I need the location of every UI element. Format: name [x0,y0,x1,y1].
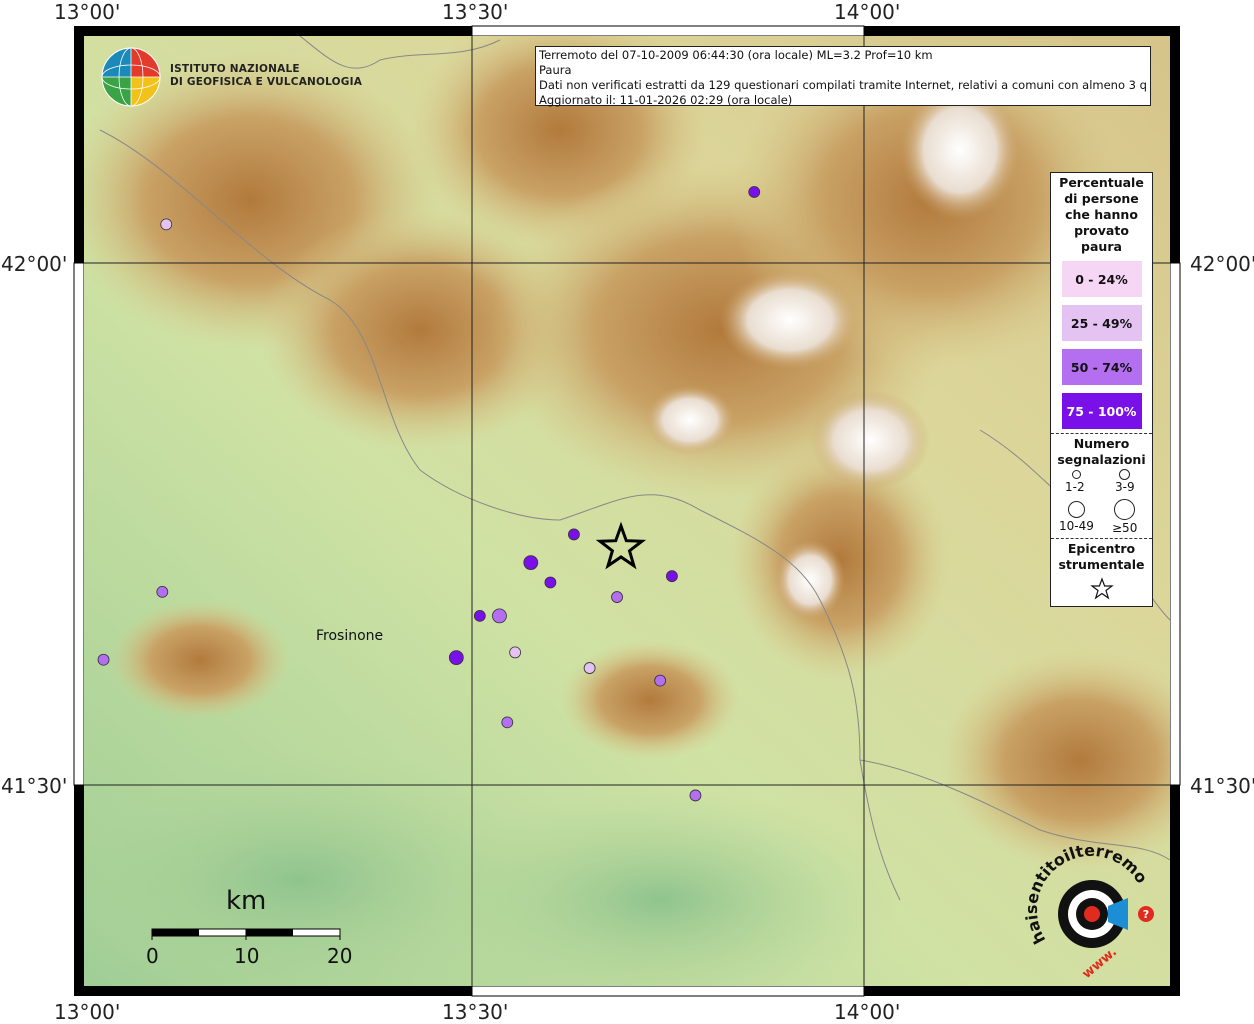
observation-marker[interactable] [448,650,464,666]
lat-label-right: 41°30' [1190,774,1254,798]
map-parameter: Paura [539,63,572,77]
observation-marker[interactable] [654,674,667,687]
observation-marker[interactable] [501,716,514,729]
star-icon [1089,577,1114,600]
ingv-logo [101,47,161,107]
legend-class-1: 25 - 49% [1061,305,1142,341]
observation-marker[interactable] [748,186,761,198]
place-label-frosinone: Frosinone [316,628,384,644]
observation-marker[interactable] [156,585,169,598]
observation-marker[interactable] [523,555,539,571]
size-legend-title: Numero segnalazioni [1057,436,1146,467]
lon-label-bottom: 13°00' [54,1000,121,1024]
size-symbol-medium [1119,469,1130,480]
lon-label-top: 13°00' [54,0,121,24]
observation-marker[interactable] [160,218,173,231]
lat-label-right: 42°00' [1190,252,1254,276]
ingv-name: ISTITUTO NAZIONALE DI GEOFISICA E VULCAN… [170,63,362,89]
observation-marker[interactable] [97,653,110,666]
observation-marker[interactable] [492,608,507,624]
size-label: 1-2 [1065,480,1085,494]
observation-marker[interactable] [544,576,557,589]
ingv-name-line: ISTITUTO NAZIONALE [170,63,300,75]
observation-marker[interactable] [583,662,596,674]
event-title: Terremoto del 07-10-2009 06:44:30 (ora l… [539,48,933,62]
size-label: 10-49 [1059,519,1094,533]
frame-segment-white [1169,262,1181,786]
ingv-name-line: DI GEOFISICA E VULCANOLOGIA [170,76,363,88]
event-info-box: Terremoto del 07-10-2009 06:44:30 (ora l… [535,46,1151,107]
frame-segment-white [471,25,865,37]
lon-label-top: 14°00' [834,0,901,24]
legend-class-0: 0 - 24% [1061,261,1142,297]
legend-class-2: 50 - 74% [1061,349,1142,385]
legend-title: Percentuale di persone che hanno provato… [1059,175,1144,254]
observation-marker[interactable] [689,789,702,802]
size-symbol-large [1068,501,1085,518]
frame-segment-white [73,262,85,786]
observation-marker[interactable] [568,528,580,541]
scale-title: km [226,886,267,916]
observation-marker[interactable] [611,591,623,603]
scale-tick-label: 10 [234,944,260,968]
data-note: Dati non verificati estratti da 129 ques… [539,78,1147,92]
size-legend: 1-2 3-9 10-49 ≥50 [1051,468,1152,538]
size-label: 3-9 [1115,480,1135,494]
lon-label-bottom: 13°30' [442,1000,509,1024]
scale-tick-label: 0 [146,944,159,968]
size-label: ≥50 [1112,521,1138,535]
observation-marker[interactable] [666,570,678,583]
legend-class-3: 75 - 100% [1061,393,1142,429]
observation-marker[interactable] [509,646,522,659]
observation-marker[interactable] [473,609,486,622]
lon-label-top: 13°30' [442,0,509,24]
lat-label-left: 42°00' [1,252,68,276]
svg-text:?: ? [1143,908,1149,921]
update-time: Aggiornato il: 11-01-2026 02:29 (ora loc… [539,93,793,107]
size-symbol-small [1072,470,1081,479]
scale-tick-label: 20 [327,944,353,968]
legend: Percentuale di persone che hanno provato… [1050,172,1153,607]
size-symbol-xlarge [1114,499,1135,520]
terrain [84,36,1170,986]
epicenter-legend-title: Epicentro strumentale [1058,541,1145,572]
frame-segment-white [471,985,865,997]
lat-label-left: 41°30' [1,774,68,798]
lon-label-bottom: 14°00' [834,1000,901,1024]
